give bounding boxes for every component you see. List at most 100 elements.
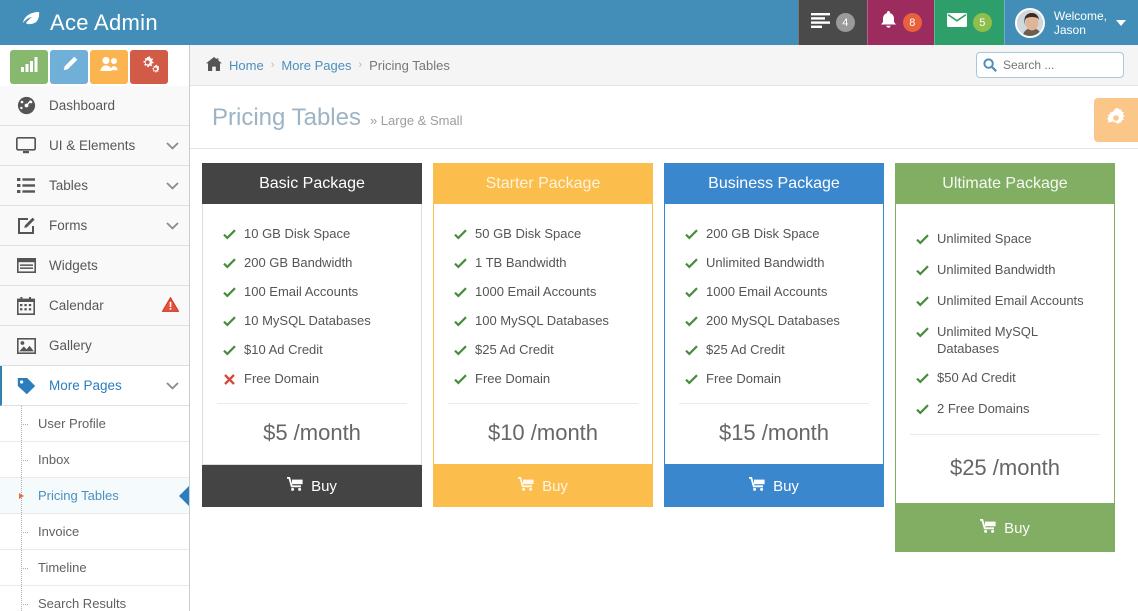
feature-item: Free Domain xyxy=(454,365,638,394)
shortcut-signal[interactable] xyxy=(10,49,48,84)
pricing-card-ultimate: Ultimate Package Unlimited Space Unlimit… xyxy=(895,163,1115,552)
navbar-actions: 4 8 5 Welcome, Jason xyxy=(797,0,1138,45)
leaf-icon xyxy=(20,9,42,36)
breadcrumb-item-home[interactable]: Home xyxy=(229,58,264,73)
sidebar-item-widgets[interactable]: Widgets xyxy=(0,246,189,286)
check-icon xyxy=(685,370,698,389)
sidebar-item-label: UI & Elements xyxy=(49,138,136,153)
feature-label: 100 Email Accounts xyxy=(244,284,359,299)
calendar-icon xyxy=(16,296,36,315)
check-icon xyxy=(223,225,236,244)
pricing-card-basic: Basic Package 10 GB Disk Space 200 GB Ba… xyxy=(202,163,422,507)
buy-button[interactable]: Buy xyxy=(664,465,884,507)
top-navbar: Ace Admin 4 8 5 Welcome, Jason xyxy=(0,0,1138,45)
pricing-card-body: Unlimited Space Unlimited Bandwidth Unli… xyxy=(895,204,1115,504)
shortcut-users[interactable] xyxy=(90,49,128,84)
search-input[interactable] xyxy=(976,52,1124,78)
sidebar-item-dashboard[interactable]: Dashboard xyxy=(0,86,189,126)
shortcut-settings[interactable] xyxy=(130,49,168,84)
feature-item: 1 TB Bandwidth xyxy=(454,249,638,278)
feature-item: 200 GB Disk Space xyxy=(685,220,869,249)
sidebar-subitem-label: User Profile xyxy=(38,416,106,431)
check-icon xyxy=(454,312,467,331)
page-subtitle: » Large & Small xyxy=(369,113,463,128)
tasks-button[interactable]: 4 xyxy=(797,0,867,45)
buy-button[interactable]: Buy xyxy=(895,504,1115,552)
dashboard-gauge-icon xyxy=(16,96,36,115)
pricing-card-price: $5 /month xyxy=(263,420,361,445)
sidebar-item-gallery[interactable]: Gallery xyxy=(0,326,189,366)
notifications-button[interactable]: 8 xyxy=(866,0,934,45)
list-icon xyxy=(16,178,36,193)
tree-dash-icon xyxy=(21,603,28,605)
sidebar-subitem-search-results[interactable]: Search Results xyxy=(0,586,189,611)
shortcut-edit[interactable] xyxy=(50,49,88,84)
tag-icon xyxy=(16,377,36,395)
sidebar-subitem-label: Invoice xyxy=(38,524,80,539)
shopping-cart-icon xyxy=(287,477,303,495)
check-icon xyxy=(685,225,698,244)
chevron-down-icon xyxy=(166,138,179,153)
sidebar-subitem-timeline[interactable]: Timeline xyxy=(0,550,189,586)
feature-item: Unlimited Email Accounts xyxy=(916,286,1100,317)
pricing-card-starter: Starter Package 50 GB Disk Space 1 TB Ba… xyxy=(433,163,653,507)
feature-item: $25 Ad Credit xyxy=(454,336,638,365)
feature-label: 1000 Email Accounts xyxy=(706,284,828,299)
home-icon[interactable] xyxy=(206,56,222,74)
sidebar-item-label: More Pages xyxy=(49,378,122,393)
sidebar-item-forms[interactable]: Forms xyxy=(0,206,189,246)
feature-label: Free Domain xyxy=(475,371,551,386)
feature-label: $50 Ad Credit xyxy=(937,370,1016,385)
cross-icon xyxy=(223,370,236,389)
sidebar-subitem-label: Inbox xyxy=(38,452,70,467)
buy-button[interactable]: Buy xyxy=(433,465,653,507)
feature-list: 200 GB Disk Space Unlimited Bandwidth 10… xyxy=(665,220,883,394)
sub-navbar: Home › More Pages › Pricing Tables xyxy=(0,45,1138,86)
sidebar-item-ui-elements[interactable]: UI & Elements xyxy=(0,126,189,166)
page-title: Pricing Tables xyxy=(212,104,361,131)
check-icon xyxy=(916,400,929,419)
bell-icon xyxy=(880,11,897,34)
sidebar-item-label: Widgets xyxy=(49,258,98,273)
sidebar-item-calendar[interactable]: Calendar xyxy=(0,286,189,326)
chevron-down-icon xyxy=(166,178,179,193)
check-icon xyxy=(916,369,929,388)
feature-label: Unlimited MySQL Databases xyxy=(937,324,1038,356)
breadcrumb-item-more-pages[interactable]: More Pages xyxy=(281,58,351,73)
check-icon xyxy=(454,283,467,302)
active-marker-icon xyxy=(19,492,24,499)
brand-text: Ace Admin xyxy=(50,9,158,35)
sidebar-item-tables[interactable]: Tables xyxy=(0,166,189,206)
image-icon xyxy=(16,337,36,354)
feature-item: $25 Ad Credit xyxy=(685,336,869,365)
sidebar-subitem-pricing-tables[interactable]: Pricing Tables xyxy=(0,478,189,514)
pricing-card-slot: Business Package 200 GB Disk Space Unlim… xyxy=(664,163,895,507)
feature-item: Free Domain xyxy=(685,365,869,394)
settings-gear-button[interactable] xyxy=(1094,98,1138,142)
buy-button[interactable]: Buy xyxy=(202,465,422,507)
feature-label: 2 Free Domains xyxy=(937,401,1030,416)
sidebar-subitem-inbox[interactable]: Inbox xyxy=(0,442,189,478)
feature-label: $25 Ad Credit xyxy=(475,342,554,357)
feature-item: 10 GB Disk Space xyxy=(223,220,407,249)
shopping-cart-icon xyxy=(518,477,534,495)
sidebar-subitem-user-profile[interactable]: User Profile xyxy=(0,406,189,442)
buy-button-label: Buy xyxy=(542,477,568,495)
sidebar-item-more-pages[interactable]: More Pages xyxy=(0,366,189,406)
messages-button[interactable]: 5 xyxy=(933,0,1004,45)
user-menu-button[interactable]: Welcome, Jason xyxy=(1003,0,1138,45)
sidebar-subitem-invoice[interactable]: Invoice xyxy=(0,514,189,550)
pricing-card-body: 200 GB Disk Space Unlimited Bandwidth 10… xyxy=(664,204,884,465)
breadcrumb-bar: Home › More Pages › Pricing Tables xyxy=(190,45,1138,86)
sidebar-subitem-label: Search Results xyxy=(38,596,127,611)
tree-dash-icon xyxy=(21,531,28,533)
feature-label: $25 Ad Credit xyxy=(706,342,785,357)
feature-item: 200 MySQL Databases xyxy=(685,307,869,336)
monitor-icon xyxy=(16,137,36,154)
brand-logo[interactable]: Ace Admin xyxy=(0,0,190,45)
feature-list: 50 GB Disk Space 1 TB Bandwidth 1000 Ema… xyxy=(434,220,652,394)
chevron-down-icon xyxy=(166,218,179,233)
pricing-card-body: 50 GB Disk Space 1 TB Bandwidth 1000 Ema… xyxy=(433,204,653,465)
pricing-card-price: $10 /month xyxy=(487,420,599,445)
feature-label: Unlimited Email Accounts xyxy=(937,293,1084,308)
